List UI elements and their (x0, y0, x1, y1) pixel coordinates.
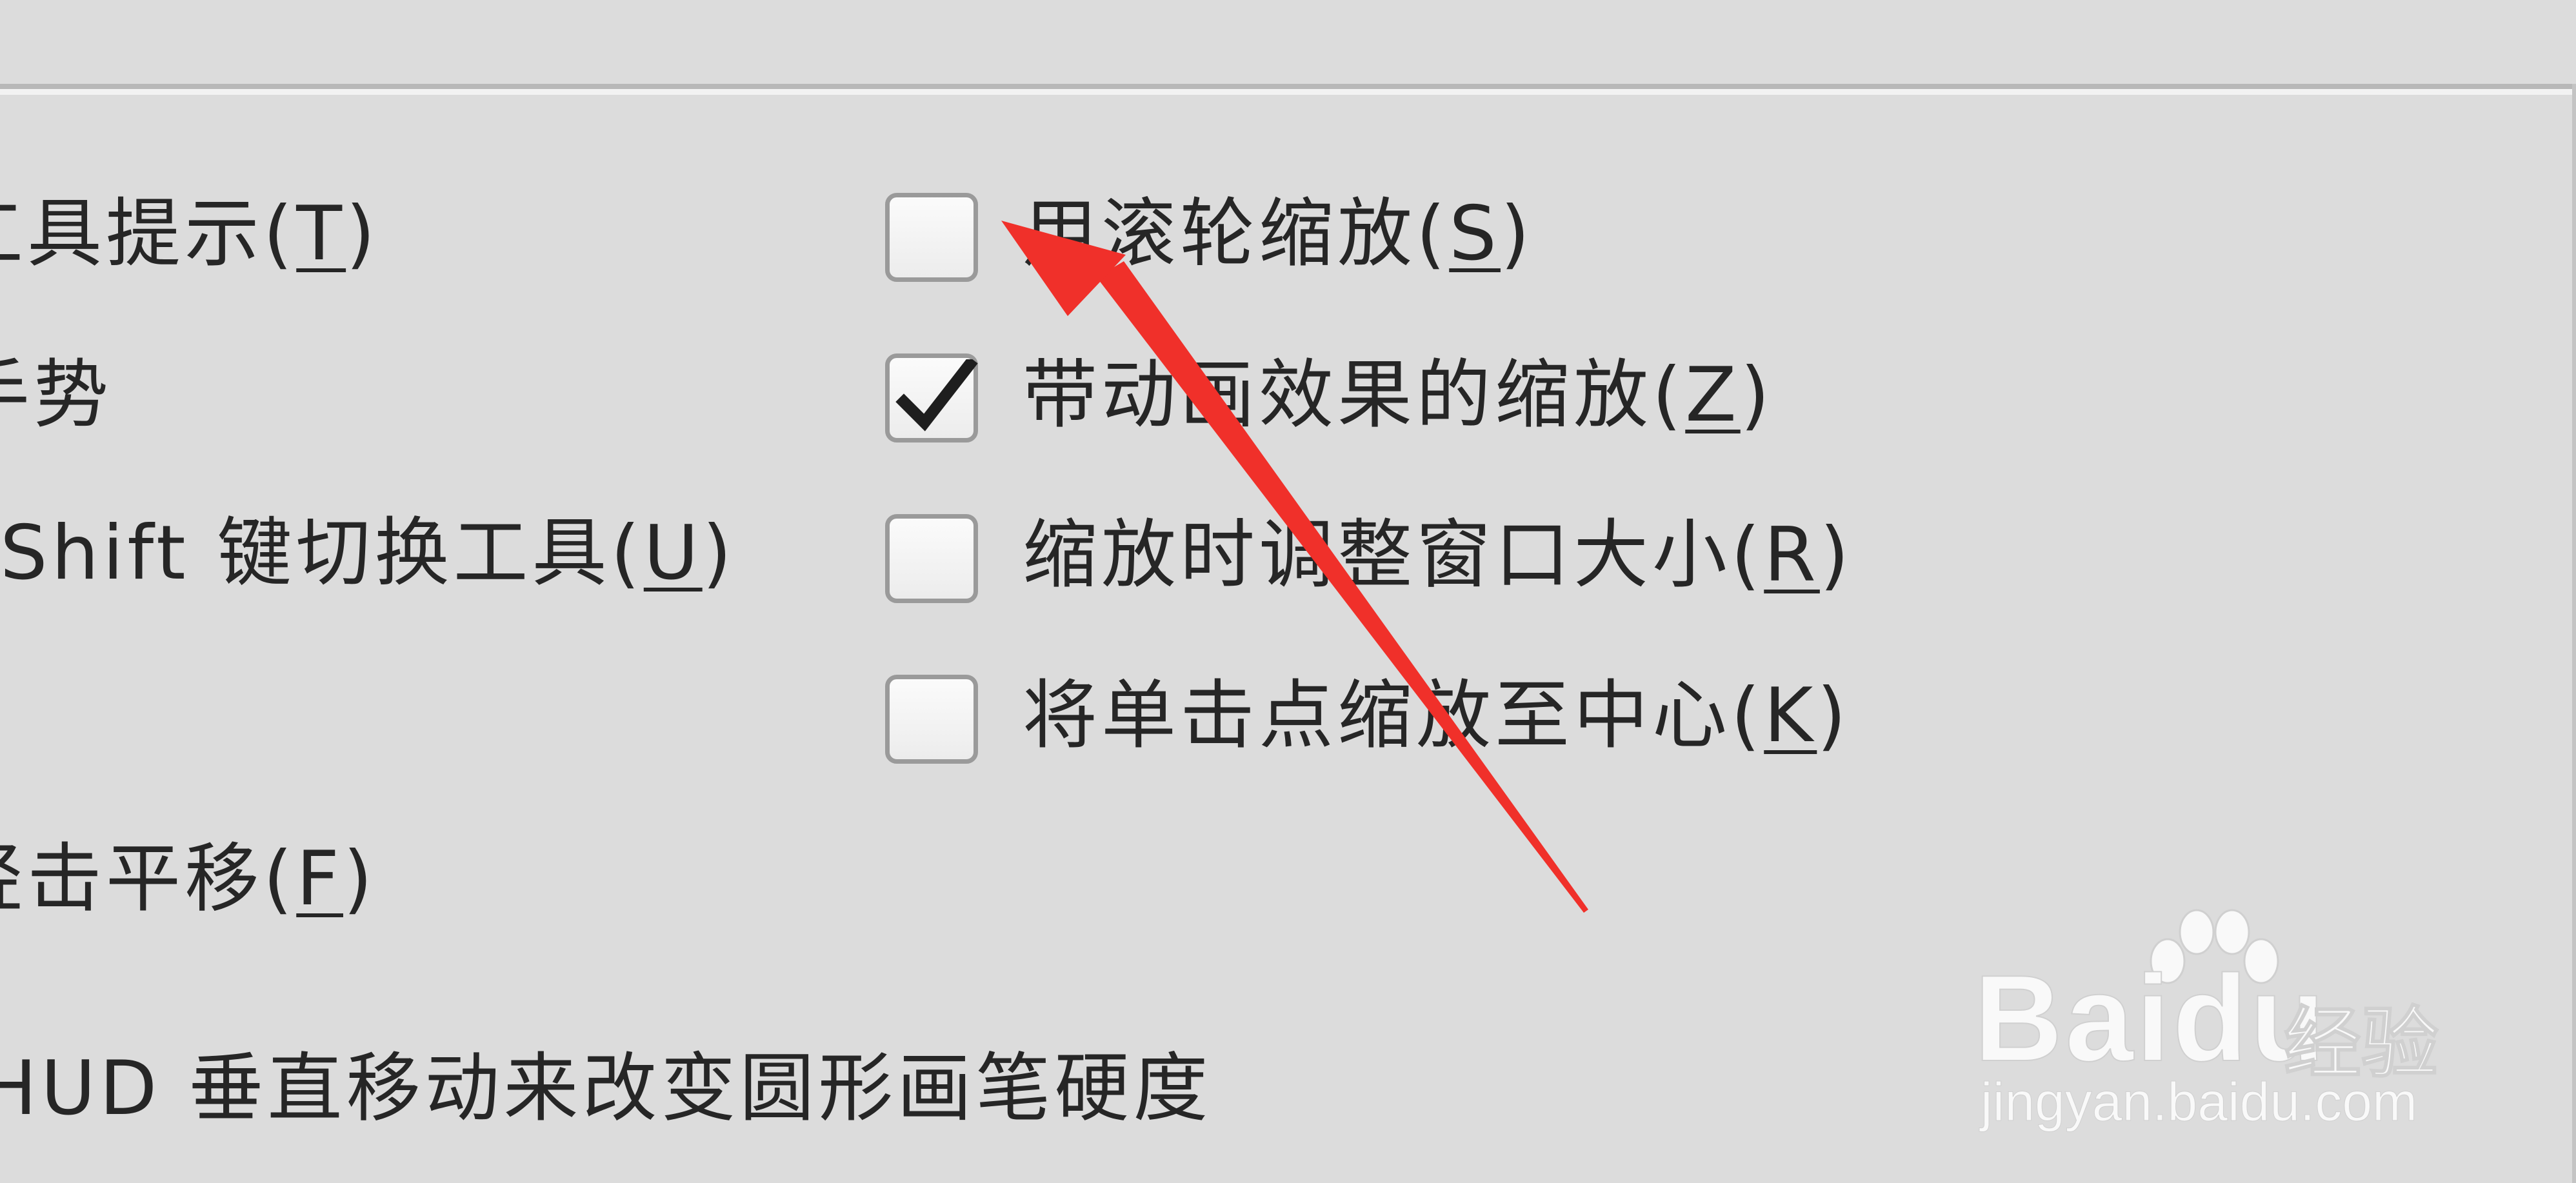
watermark-brand-latin: Bai (1973, 949, 2173, 1088)
watermark-url: jingyan.baidu.com (1980, 1071, 2418, 1133)
baidu-watermark: Baidu 经验 jingyan.baidu.com (1973, 903, 2542, 1135)
watermark-brand: Baidu (1973, 948, 2328, 1089)
